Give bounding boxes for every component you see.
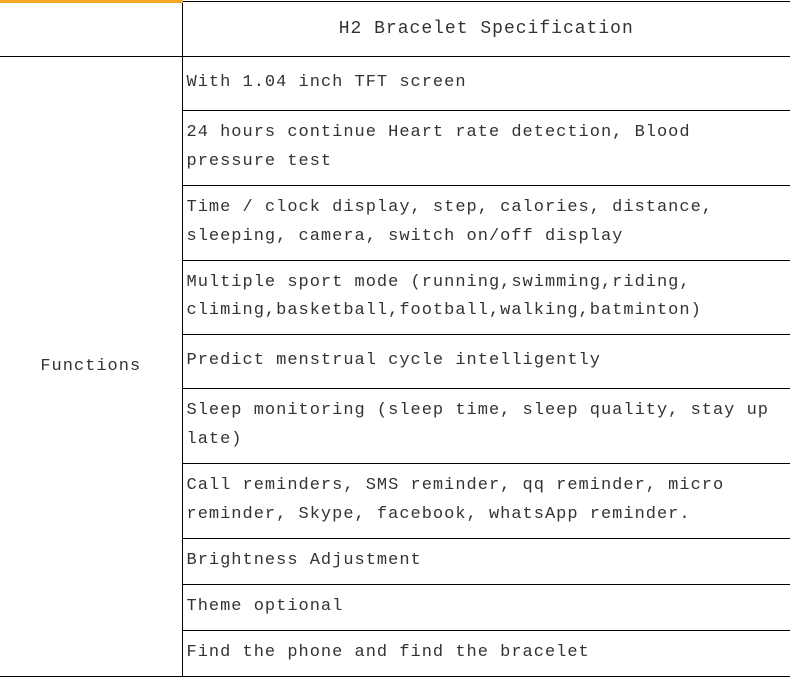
header-left-cell bbox=[0, 2, 182, 57]
header-row: H2 Bracelet Specification bbox=[0, 2, 790, 57]
table-row: Functions With 1.04 inch TFT screen bbox=[0, 57, 790, 111]
function-cell: Theme optional bbox=[182, 584, 790, 630]
function-cell: Time / clock display, step, calories, di… bbox=[182, 185, 790, 260]
function-cell: Find the phone and find the bracelet bbox=[182, 630, 790, 676]
function-cell: 24 hours continue Heart rate detection, … bbox=[182, 111, 790, 186]
function-cell: Predict menstrual cycle intelligently bbox=[182, 335, 790, 389]
function-cell: Brightness Adjustment bbox=[182, 538, 790, 584]
function-cell: Call reminders, SMS reminder, qq reminde… bbox=[182, 464, 790, 539]
function-cell: Multiple sport mode (running,swimming,ri… bbox=[182, 260, 790, 335]
spec-table: H2 Bracelet Specification Functions With… bbox=[0, 0, 790, 677]
function-cell: With 1.04 inch TFT screen bbox=[182, 57, 790, 111]
section-label: Functions bbox=[0, 57, 182, 677]
header-title: H2 Bracelet Specification bbox=[182, 2, 790, 57]
function-cell: Sleep monitoring (sleep time, sleep qual… bbox=[182, 389, 790, 464]
